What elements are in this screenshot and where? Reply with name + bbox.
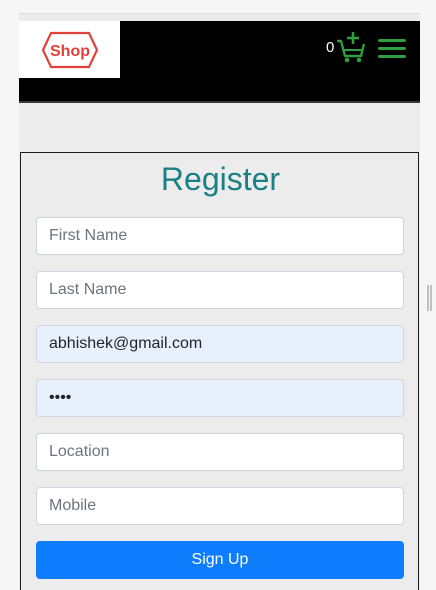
location-input[interactable] (36, 433, 404, 471)
shop-logo[interactable]: Shop (19, 21, 120, 78)
svg-text:Shop: Shop (50, 43, 90, 60)
resize-grip-icon[interactable] (427, 285, 432, 311)
shop-logo-icon: Shop (41, 31, 98, 68)
page-title: Register (160, 161, 281, 197)
first-name-input[interactable] (36, 217, 404, 255)
sign-up-button[interactable]: Sign Up (36, 541, 404, 579)
hamburger-menu-icon[interactable] (378, 38, 406, 60)
cart-plus-icon[interactable] (336, 31, 366, 63)
cart-count: 0 (326, 39, 335, 56)
page-frame: Shop 0 Register Sign Up (19, 13, 420, 590)
password-input[interactable] (36, 379, 404, 417)
last-name-input[interactable] (36, 271, 404, 309)
mobile-input[interactable] (36, 487, 404, 525)
navbar: Shop 0 (19, 21, 420, 103)
register-card: Register Sign Up (20, 152, 419, 590)
email-input[interactable] (36, 325, 404, 363)
